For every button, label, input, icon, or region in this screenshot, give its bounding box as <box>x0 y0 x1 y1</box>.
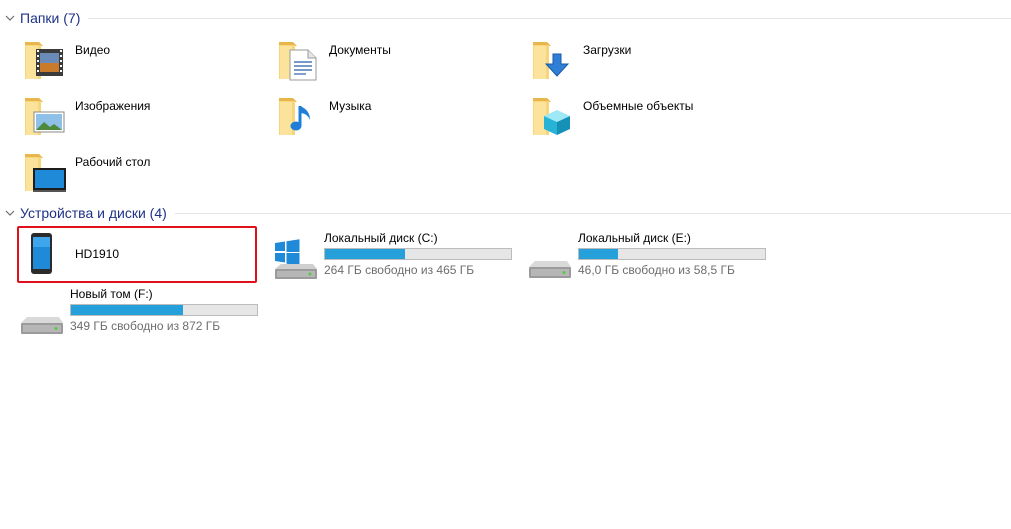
folder-pictures[interactable]: Изображения <box>22 92 150 140</box>
folder-label: Объемные объекты <box>583 99 694 113</box>
drive-name: Новый том (F:) <box>70 287 153 301</box>
drive-usage-bar <box>578 248 766 260</box>
drive-usage-fill <box>71 305 183 315</box>
music-folder-icon <box>276 92 324 140</box>
desktop-folder-icon <box>22 148 70 196</box>
devices-group-header[interactable]: Устройства и диски (4) <box>0 203 1011 223</box>
drive-usage-fill <box>579 249 619 259</box>
pictures-folder-icon <box>22 92 70 140</box>
drive-usage-bar <box>70 304 258 316</box>
windows-drive-icon <box>271 237 319 285</box>
drive-name: Локальный диск (E:) <box>578 231 691 245</box>
drive-e[interactable]: Локальный диск (E:) 46,0 ГБ свободно из … <box>525 231 766 285</box>
group-divider <box>88 17 1011 19</box>
folder-label: Документы <box>329 43 391 57</box>
folder-label: Видео <box>75 43 111 57</box>
folder-downloads[interactable]: Загрузки <box>530 36 631 84</box>
group-divider <box>174 212 1011 214</box>
chevron-down-icon[interactable] <box>0 203 20 223</box>
drive-free-space: 264 ГБ свободно из 465 ГБ <box>324 263 475 277</box>
folder-music[interactable]: Музыка <box>276 92 371 140</box>
folders-group-title: Папки (7) <box>20 10 81 26</box>
folder-label: Рабочий стол <box>75 155 151 169</box>
drive-usage-fill <box>325 249 405 259</box>
drive-f[interactable]: Новый том (F:) 349 ГБ свободно из 872 ГБ <box>17 287 258 341</box>
folder-documents[interactable]: Документы <box>276 36 391 84</box>
video-folder-icon <box>22 36 70 84</box>
drive-c[interactable]: Локальный диск (C:) 264 ГБ свободно из 4… <box>271 231 512 285</box>
documents-folder-icon <box>276 36 324 84</box>
folder-desktop[interactable]: Рабочий стол <box>22 148 150 196</box>
chevron-down-icon[interactable] <box>0 8 20 28</box>
hard-drive-icon <box>17 293 65 341</box>
hard-drive-icon <box>525 237 573 285</box>
folder-label: Изображения <box>75 99 151 113</box>
folder-label: Загрузки <box>583 43 632 57</box>
drive-free-space: 46,0 ГБ свободно из 58,5 ГБ <box>578 263 735 277</box>
drive-free-space: 349 ГБ свободно из 872 ГБ <box>70 319 221 333</box>
devices-group-title: Устройства и диски (4) <box>20 205 167 221</box>
drive-name: Локальный диск (C:) <box>324 231 438 245</box>
folder-3d-objects[interactable]: Объемные объекты <box>530 92 693 140</box>
device-label: HD1910 <box>75 247 120 261</box>
folder-video[interactable]: Видео <box>22 36 110 84</box>
drive-usage-bar <box>324 248 512 260</box>
folder-label: Музыка <box>329 99 372 113</box>
3d-objects-folder-icon <box>530 92 578 140</box>
phone-icon <box>22 230 70 278</box>
downloads-folder-icon <box>530 36 578 84</box>
folders-group-header[interactable]: Папки (7) <box>0 8 1011 28</box>
device-phone[interactable]: HD1910 <box>22 230 119 278</box>
